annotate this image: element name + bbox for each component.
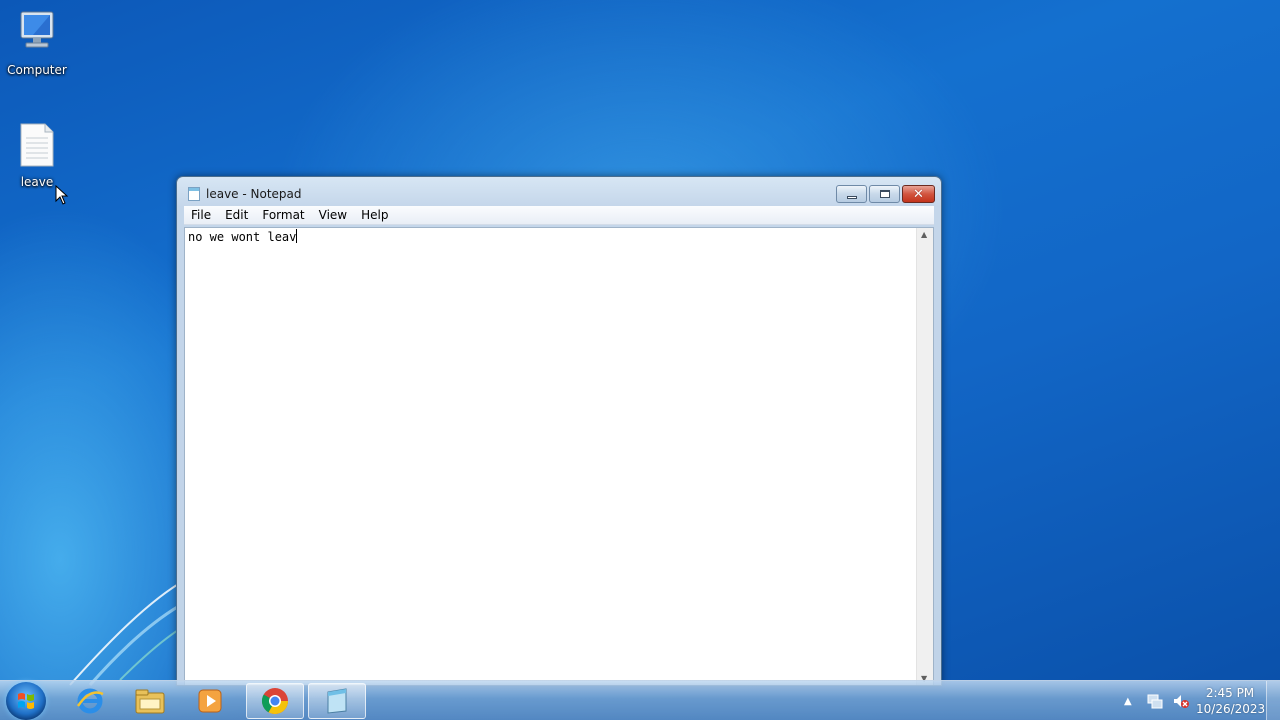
- vertical-scrollbar[interactable]: ▲ ▼: [916, 228, 933, 685]
- menu-format[interactable]: Format: [255, 206, 311, 225]
- wallpaper-light-streak: [69, 579, 196, 686]
- taskbar-media-player[interactable]: [181, 683, 239, 719]
- menu-help[interactable]: Help: [354, 206, 395, 225]
- title-bar[interactable]: leave - Notepad ✕: [177, 177, 941, 207]
- menu-edit[interactable]: Edit: [218, 206, 255, 225]
- notepad-icon: [327, 688, 347, 714]
- editor-text[interactable]: no we wont leav: [188, 229, 298, 245]
- network-icon[interactable]: [1146, 692, 1164, 710]
- clock-time: 2:45 PM: [1205, 686, 1255, 700]
- taskbar-chrome[interactable]: [246, 683, 304, 719]
- show-hidden-icons-arrow-icon[interactable]: ▲: [1124, 696, 1132, 707]
- menu-bar: File Edit Format View Help: [184, 206, 934, 225]
- close-icon: ✕: [913, 186, 924, 202]
- taskbar-clock[interactable]: 2:45 PM 10/26/2023: [1196, 685, 1266, 717]
- taskbar-file-explorer[interactable]: [121, 683, 179, 719]
- system-tray: ▲: [1124, 681, 1190, 720]
- text-editor-area[interactable]: no we wont leav ▲ ▼: [184, 227, 934, 685]
- minimize-button[interactable]: [836, 185, 867, 203]
- notepad-icon: [188, 187, 200, 201]
- close-button[interactable]: ✕: [902, 185, 935, 203]
- start-button[interactable]: [6, 682, 46, 720]
- menu-file[interactable]: File: [184, 206, 218, 225]
- text-caret: [296, 229, 298, 243]
- volume-muted-icon[interactable]: [1172, 692, 1190, 710]
- minimize-icon: [846, 195, 857, 199]
- maximize-button[interactable]: [869, 185, 900, 203]
- desktop-icon-computer[interactable]: Computer: [0, 8, 74, 77]
- notepad-window[interactable]: leave - Notepad ✕ File Edit Format View …: [176, 176, 942, 686]
- clock-date: 10/26/2023: [1196, 702, 1266, 716]
- taskbar-internet-explorer[interactable]: [61, 683, 119, 719]
- taskbar-notepad[interactable]: [308, 683, 366, 719]
- file-explorer-icon: [135, 689, 165, 714]
- windows-logo-icon: [18, 693, 34, 709]
- internet-explorer-icon: [76, 688, 104, 714]
- chrome-icon: [261, 688, 289, 715]
- maximize-icon: [879, 190, 890, 198]
- mouse-cursor-icon: [55, 185, 69, 205]
- computer-icon: [20, 11, 54, 48]
- taskbar: ▲ 2:45 PM 10/26/2023: [0, 680, 1280, 720]
- text-file-icon: [20, 123, 54, 167]
- show-desktop-button[interactable]: [1266, 681, 1280, 720]
- window-title: leave - Notepad: [206, 187, 302, 201]
- media-player-icon: [198, 689, 222, 713]
- desktop-icon-label: Computer: [7, 63, 67, 77]
- editor-content: no we wont leav: [188, 230, 297, 244]
- desktop-icon-leave-file[interactable]: leave: [0, 122, 74, 189]
- scroll-up-arrow-icon[interactable]: ▲: [921, 230, 927, 239]
- menu-view[interactable]: View: [312, 206, 354, 225]
